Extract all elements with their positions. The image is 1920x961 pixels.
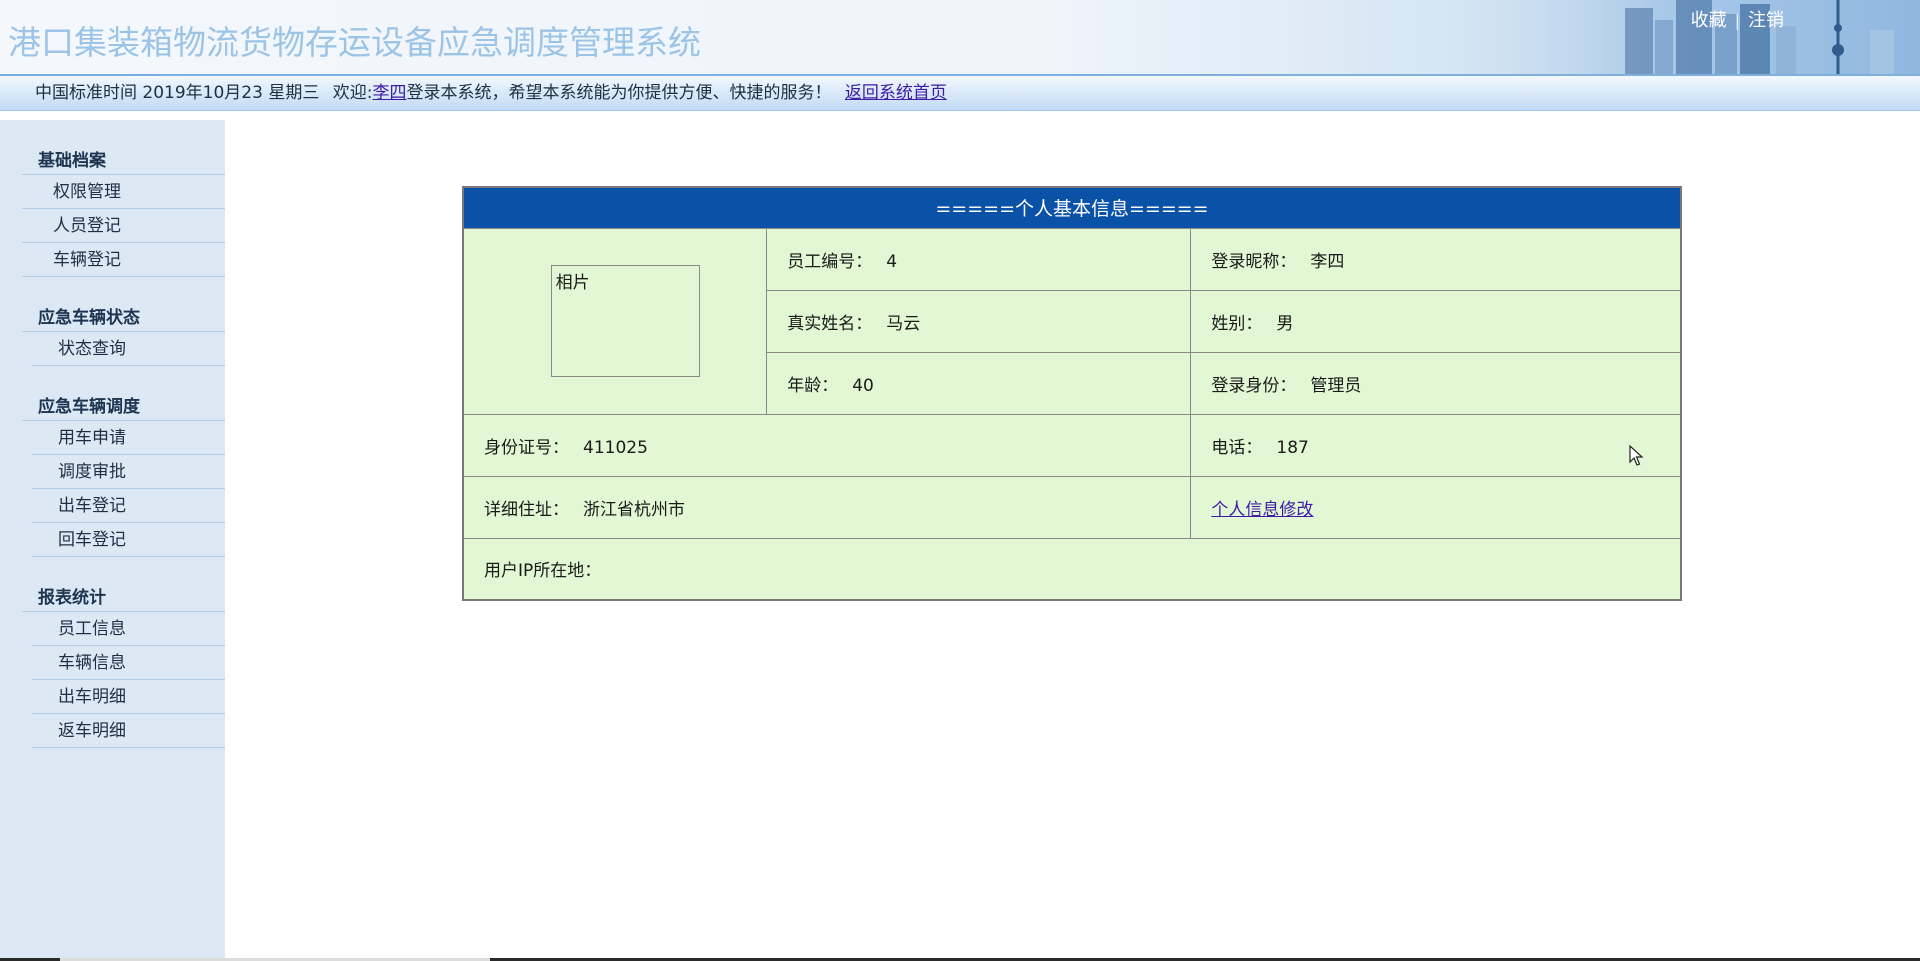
favorite-link[interactable]: 收藏 [1691,10,1727,31]
id-card-cell: 身份证号： 411025 [462,413,1192,477]
menu-group-reports: 报表统计 员工信息 车辆信息 出车明细 返车明细 [0,582,225,748]
link-separator: | [1734,11,1740,30]
nickname-value: 李四 [1310,251,1345,272]
gender-cell: 姓别： 男 [1190,289,1682,353]
employee-no-cell: 员工编号： 4 [766,227,1192,291]
photo-label: 相片 [555,273,590,293]
mouse-cursor-icon [1629,445,1644,466]
phone-label: 电话： [1211,437,1263,458]
nickname-label: 登录昵称： [1211,251,1297,272]
ip-location-cell: 用户IP所在地： [462,537,1682,601]
skyline-banner-image [1400,0,1920,74]
welcome-prefix: 欢迎: [332,83,373,103]
address-label: 详细住址： [484,499,569,520]
main-content: =====个人基本信息===== 相片 员工编号： 4 登录昵称： 李四 真实姓名：… [225,111,1920,961]
header-links: 收藏 | 注销 [1691,6,1784,32]
ip-location-label: 用户IP所在地： [484,561,602,582]
logout-link[interactable]: 注销 [1748,10,1784,31]
sidebar-item-permission-management[interactable]: 权限管理 [22,175,225,209]
real-name-value: 马云 [886,313,921,334]
current-time: 中国标准时间 2019年10月23 星期三 [35,83,320,103]
id-card-label: 身份证号： [484,437,569,458]
sidebar-item-return-details[interactable]: 返车明细 [32,714,225,748]
menu-group-vehicle-dispatch: 应急车辆调度 用车申请 调度审批 出车登记 回车登记 [0,391,225,557]
sidebar-item-departure-details[interactable]: 出车明细 [32,680,225,714]
menu-group-vehicle-status: 应急车辆状态 状态查询 [0,302,225,366]
profile-photo: 相片 [550,265,700,377]
sidebar-item-status-query[interactable]: 状态查询 [32,332,225,366]
menu-group-title: 报表统计 [22,582,225,612]
menu-group-title: 应急车辆调度 [22,391,225,421]
employee-no-value: 4 [886,251,898,272]
welcome-message: 登录本系统，希望本系统能为你提供方便、快捷的服务！ [406,83,832,103]
app-title: 港口集装箱物流货物存运设备应急调度管理系统 [8,23,701,62]
phone-cell: 电话： 187 [1190,413,1682,477]
age-value: 40 [852,375,874,396]
edit-link-cell: 个人信息修改 [1190,475,1682,539]
real-name-cell: 真实姓名： 马云 [766,289,1192,353]
gender-label: 姓别： [1211,313,1263,334]
sidebar-item-staff-registration[interactable]: 人员登记 [22,209,225,243]
sidebar-item-departure-registration[interactable]: 出车登记 [32,489,225,523]
app-header: 港口集装箱物流货物存运设备应急调度管理系统 收藏 | 注销 [0,0,1920,76]
sidebar-item-return-registration[interactable]: 回车登记 [32,523,225,557]
menu-group-title: 基础档案 [22,145,225,175]
home-link[interactable]: 返回系统首页 [845,83,947,103]
gender-value: 男 [1276,313,1294,334]
age-label: 年龄： [787,375,839,396]
sidebar-item-employee-info[interactable]: 员工信息 [32,612,225,646]
sidebar-item-vehicle-registration[interactable]: 车辆登记 [22,243,225,277]
info-bar: 中国标准时间 2019年10月23 星期三 欢迎:李四登录本系统，希望本系统能为… [0,76,1920,111]
sidebar-item-dispatch-approval[interactable]: 调度审批 [32,455,225,489]
menu-group-basic-archives: 基础档案 权限管理 人员登记 车辆登记 [0,145,225,277]
profile-caption: =====个人基本信息===== [462,186,1682,229]
address-cell: 详细住址： 浙江省杭州市 [462,475,1192,539]
role-value: 管理员 [1310,375,1362,396]
edit-profile-link[interactable]: 个人信息修改 [1211,500,1313,520]
menu-group-title: 应急车辆状态 [22,302,225,332]
employee-no-label: 员工编号： [787,251,873,272]
age-cell: 年龄： 40 [766,351,1192,415]
sidebar: 基础档案 权限管理 人员登记 车辆登记 应急车辆状态 状态查询 应急车辆调度 用… [0,120,225,961]
username-link[interactable]: 李四 [372,83,406,103]
sidebar-item-vehicle-info[interactable]: 车辆信息 [32,646,225,680]
sidebar-item-vehicle-request[interactable]: 用车申请 [32,421,225,455]
profile-table: =====个人基本信息===== 相片 员工编号： 4 登录昵称： 李四 真实姓名：… [462,186,1682,601]
real-name-label: 真实姓名： [787,313,873,334]
address-value: 浙江省杭州市 [583,499,685,520]
photo-cell: 相片 [462,227,768,415]
role-cell: 登录身份： 管理员 [1190,351,1682,415]
id-card-value: 411025 [583,437,648,458]
role-label: 登录身份： [1211,375,1297,396]
phone-value: 187 [1276,437,1309,458]
nickname-cell: 登录昵称： 李四 [1190,227,1682,291]
